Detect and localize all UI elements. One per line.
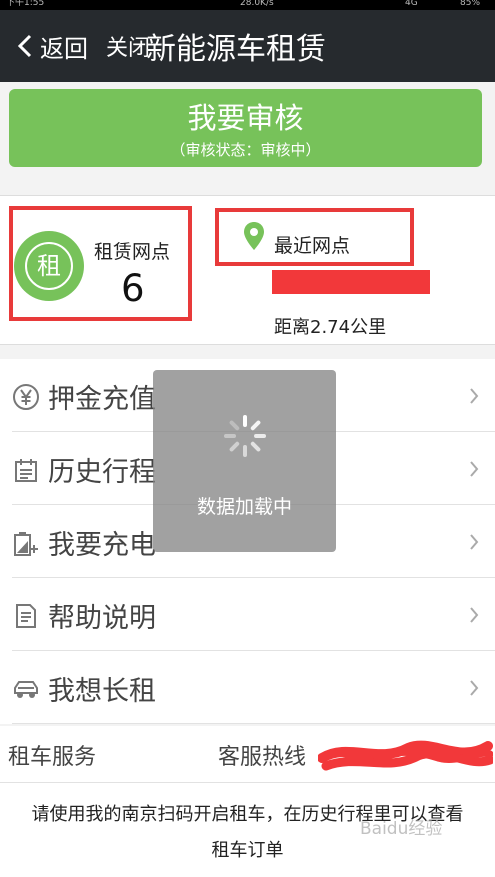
hotline-label[interactable]: 客服热线 xyxy=(218,739,306,771)
avatar-char: 租 xyxy=(25,242,73,290)
service-row: 租车服务 客服热线 xyxy=(0,726,495,783)
close-button[interactable]: 关闭 xyxy=(106,30,150,62)
menu-item-help[interactable]: 帮助说明 xyxy=(0,578,495,651)
outlets-label[interactable]: 租赁网点 xyxy=(94,237,170,264)
loading-text: 数据加载中 xyxy=(196,496,292,518)
battery-level: 85% xyxy=(460,0,481,8)
nearest-distance: 距离2.74公里 xyxy=(274,317,387,338)
spinner-icon xyxy=(224,415,266,457)
menu-item-label: 押金充值 xyxy=(48,384,156,415)
chevron-right-icon xyxy=(470,461,479,477)
outlet-info-card: 租 租赁网点 6 最近网点 距离2.74公里 xyxy=(0,195,495,345)
calendar-icon xyxy=(15,459,37,482)
menu-item-label: 帮助说明 xyxy=(48,603,156,634)
redaction-scribble xyxy=(318,740,493,771)
chevron-right-icon xyxy=(470,607,479,623)
document-icon xyxy=(16,604,36,628)
outlets-count[interactable]: 6 xyxy=(121,267,145,310)
network-speed: 28.0K/s xyxy=(240,0,274,8)
status-bar: 下午1:55 28.0K/s 4G 85% xyxy=(0,0,495,10)
battery-icon xyxy=(14,532,38,556)
nearest-outlet-label[interactable]: 最近网点 xyxy=(274,231,350,258)
yen-icon xyxy=(13,384,39,410)
chevron-right-icon xyxy=(470,388,479,404)
menu-item-label: 历史行程 xyxy=(48,457,156,488)
menu-item-label: 我想长租 xyxy=(48,676,156,707)
chevron-left-icon xyxy=(17,34,32,58)
status-time: 下午1:55 xyxy=(6,0,45,8)
menu-item-label: 我要充电 xyxy=(48,530,156,561)
redacted-outlet-name xyxy=(272,270,430,294)
network-type: 4G xyxy=(405,0,418,8)
loading-overlay: 数据加载中 xyxy=(153,370,336,552)
audit-button-label: 我要审核 xyxy=(187,101,304,135)
title-bar: 返回 关闭 新能源车租赁 xyxy=(0,10,495,82)
rental-avatar-icon: 租 xyxy=(14,231,84,301)
chevron-right-icon xyxy=(470,680,479,696)
audit-status: （审核状态：审核中） xyxy=(170,141,321,159)
back-label: 返回 xyxy=(40,34,88,63)
watermark-logo: Baidu经验 xyxy=(360,819,443,839)
back-button[interactable]: 返回 xyxy=(16,29,88,63)
car-icon xyxy=(14,681,38,698)
page-title: 新能源车租赁 xyxy=(146,32,326,67)
audit-section: 我要审核 （审核状态：审核中） xyxy=(0,82,495,194)
menu-item-long-rent[interactable]: 我想长租 xyxy=(0,651,495,724)
location-pin-icon xyxy=(244,222,264,250)
audit-button[interactable]: 我要审核 （审核状态：审核中） xyxy=(9,89,482,167)
rental-service-label: 租车服务 xyxy=(8,745,97,770)
chevron-right-icon xyxy=(470,534,479,550)
